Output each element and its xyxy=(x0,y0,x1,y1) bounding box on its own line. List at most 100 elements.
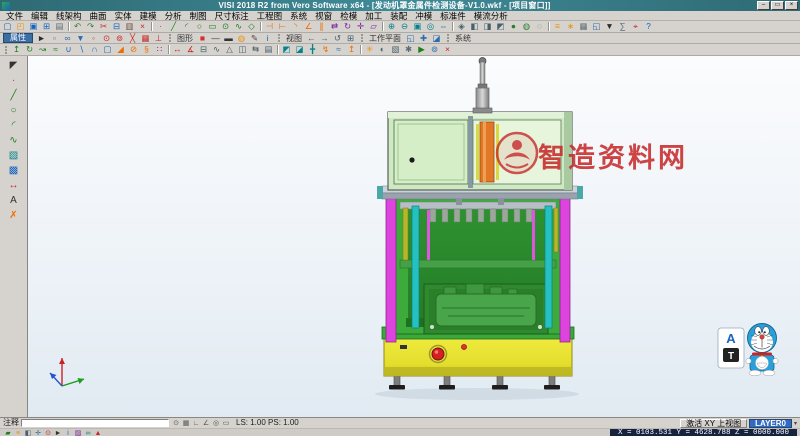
draft-icon[interactable]: ◢ xyxy=(114,44,127,55)
measure-distance-icon[interactable]: ↔ xyxy=(171,44,184,55)
menu-item[interactable]: 装配 xyxy=(386,11,411,21)
snap-center-icon[interactable]: ⊚ xyxy=(113,33,126,44)
menu-item[interactable]: 曲面 xyxy=(86,11,111,21)
line-tool-icon[interactable]: ╱ xyxy=(4,88,24,102)
ellipse-icon[interactable]: ⊙ xyxy=(219,21,232,32)
layer-dropdown-caret[interactable]: ▾ xyxy=(794,420,797,427)
filter-icon[interactable]: ▼ xyxy=(74,33,87,44)
measure-icon[interactable]: ⌖ xyxy=(629,21,642,32)
cut-icon[interactable]: ✂ xyxy=(97,21,110,32)
compare-icon[interactable]: ⇆ xyxy=(249,44,262,55)
layer-visibility-icon[interactable]: ◍ xyxy=(235,33,248,44)
draft-check-icon[interactable]: △ xyxy=(223,44,236,55)
link-icon[interactable]: ∞ xyxy=(83,429,93,436)
wireframe-view-icon[interactable]: ◍ xyxy=(520,21,533,32)
extend-icon[interactable]: ⊢ xyxy=(276,21,289,32)
database-icon[interactable]: ⊚ xyxy=(428,44,441,55)
options-icon[interactable]: ✱ xyxy=(402,44,415,55)
toolbar-grip[interactable] xyxy=(361,34,363,42)
snap-mid-icon[interactable]: ⊙ xyxy=(100,33,113,44)
close-button[interactable]: × xyxy=(785,1,798,10)
ejector-icon[interactable]: ↥ xyxy=(345,44,358,55)
render-icon[interactable]: ◐ xyxy=(376,44,389,55)
subtract-icon[interactable]: ∖ xyxy=(75,44,88,55)
point-icon[interactable]: ∙ xyxy=(154,21,167,32)
paste-icon[interactable]: ▥ xyxy=(123,21,136,32)
thread-icon[interactable]: § xyxy=(140,44,153,55)
curve-tool-icon[interactable]: ∿ xyxy=(4,133,24,147)
attributes-toggle-button[interactable]: 属性 xyxy=(3,33,33,43)
linetype-icon[interactable]: ― xyxy=(209,33,222,44)
menu-item[interactable]: 制图 xyxy=(186,11,211,21)
chamfer-icon[interactable]: ∠ xyxy=(302,21,315,32)
sweep-icon[interactable]: ↝ xyxy=(36,44,49,55)
control-cabinet[interactable] xyxy=(388,112,572,190)
save-all-icon[interactable]: ⊞ xyxy=(40,21,53,32)
macro-icon[interactable]: ▶ xyxy=(415,44,428,55)
solid-tool-icon[interactable]: ▩ xyxy=(4,163,24,177)
light-icon[interactable]: ✳ xyxy=(363,44,376,55)
wcs-icon[interactable]: ✛ xyxy=(33,429,43,436)
thickness-icon[interactable]: ◫ xyxy=(236,44,249,55)
cooling-icon[interactable]: ≈ xyxy=(332,44,345,55)
iso-view-icon[interactable]: ◈ xyxy=(455,21,468,32)
rectangle-icon[interactable]: ▭ xyxy=(206,21,219,32)
electrode-icon[interactable]: ↯ xyxy=(319,44,332,55)
comment-input[interactable] xyxy=(21,419,169,427)
front-view-icon[interactable]: ◨ xyxy=(481,21,494,32)
core-icon[interactable]: ◩ xyxy=(280,44,293,55)
polygon-icon[interactable]: ◇ xyxy=(245,21,258,32)
shaded-view-icon[interactable]: ● xyxy=(507,21,520,32)
cavity-icon[interactable]: ◪ xyxy=(293,44,306,55)
revolve-icon[interactable]: ↻ xyxy=(23,44,36,55)
dynamic-input-toggle-icon[interactable]: ▭ xyxy=(221,419,231,428)
text-tool-icon[interactable]: A xyxy=(4,193,24,207)
snap-filter-icon[interactable]: ⊙ xyxy=(43,429,53,436)
circle-tool-icon[interactable]: ○ xyxy=(4,103,24,117)
menu-item[interactable]: 标准件 xyxy=(436,11,470,21)
parting-line-icon[interactable]: ╋ xyxy=(306,44,319,55)
report-icon[interactable]: ▤ xyxy=(262,44,275,55)
menu-item[interactable]: 尺寸标注 xyxy=(211,11,253,21)
zoom-window-icon[interactable]: ▣ xyxy=(411,21,424,32)
arc-icon[interactable]: ◜ xyxy=(180,21,193,32)
trim-icon[interactable]: ⊣ xyxy=(263,21,276,32)
menu-item[interactable]: 分析 xyxy=(161,11,186,21)
polar-toggle-icon[interactable]: ∠ xyxy=(201,419,211,428)
viewports-icon[interactable]: ⊞ xyxy=(344,33,357,44)
snap-perp-icon[interactable]: ⊥ xyxy=(152,33,165,44)
mirror-icon[interactable]: ⇄ xyxy=(328,21,341,32)
color-swatch-icon[interactable]: ■ xyxy=(196,33,209,44)
background-icon[interactable]: ▧ xyxy=(389,44,402,55)
snap-end-icon[interactable]: ◦ xyxy=(87,33,100,44)
workplane-xy-icon[interactable]: ◱ xyxy=(404,33,417,44)
machine-model[interactable] xyxy=(28,56,800,417)
ortho-toggle-icon[interactable]: ∟ xyxy=(191,419,201,428)
zoom-out-icon[interactable]: ⊖ xyxy=(398,21,411,32)
snap-toggle-icon[interactable]: ⊙ xyxy=(171,419,181,428)
pneumatic-cylinder[interactable] xyxy=(473,58,492,114)
snap-grid-icon[interactable]: ▦ xyxy=(139,33,152,44)
osnap-toggle-icon[interactable]: ◎ xyxy=(211,419,221,428)
toolbar-grip[interactable] xyxy=(169,34,171,42)
test-frame[interactable] xyxy=(394,198,562,334)
loft-icon[interactable]: ≈ xyxy=(49,44,62,55)
curvature-icon[interactable]: ∿ xyxy=(210,44,223,55)
select-icon[interactable]: ► xyxy=(35,33,48,44)
circle-icon[interactable]: ○ xyxy=(193,21,206,32)
calculator-icon[interactable]: ∑ xyxy=(616,21,629,32)
workplane-icon[interactable]: ◱ xyxy=(590,21,603,32)
copy-icon[interactable]: ⊟ xyxy=(110,21,123,32)
menu-item[interactable]: 系统 xyxy=(286,11,311,21)
delete-icon[interactable]: × xyxy=(136,21,149,32)
menu-item[interactable]: 文件 xyxy=(2,11,27,21)
snap-intersect-icon[interactable]: ╳ xyxy=(126,33,139,44)
next-view-icon[interactable]: → xyxy=(318,33,331,44)
layers-icon[interactable]: ≡ xyxy=(551,21,564,32)
toolbar-grip[interactable] xyxy=(278,34,280,42)
menu-item[interactable]: 实体 xyxy=(111,11,136,21)
info-icon[interactable]: i xyxy=(261,33,274,44)
pattern-icon[interactable]: ∷ xyxy=(153,44,166,55)
exit-icon[interactable]: × xyxy=(441,44,454,55)
pan-icon[interactable]: ⇔ xyxy=(437,21,450,32)
